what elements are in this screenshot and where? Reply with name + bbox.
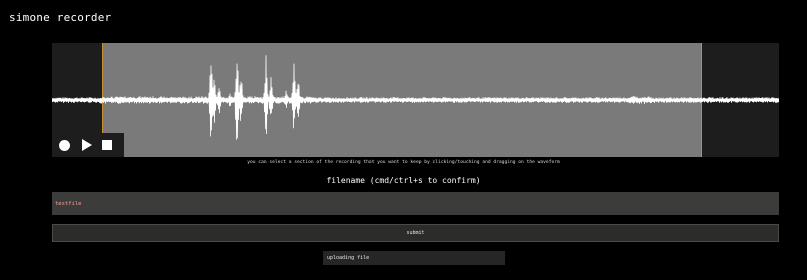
transport-controls — [52, 133, 124, 157]
play-icon — [81, 139, 92, 151]
filename-label: filename (cmd/ctrl+s to confirm) — [326, 176, 481, 185]
app-title: simone recorder — [9, 11, 112, 24]
stop-button[interactable] — [99, 138, 114, 153]
waveform[interactable] — [52, 43, 779, 157]
selection-hint: you can select a section of the recordin… — [247, 160, 560, 165]
play-button[interactable] — [78, 138, 93, 153]
waveform-panel[interactable] — [52, 43, 779, 157]
filename-input[interactable] — [52, 192, 779, 215]
submit-button[interactable]: submit — [52, 224, 779, 242]
record-button[interactable] — [57, 138, 72, 153]
upload-status: uploading file — [323, 251, 505, 265]
stop-icon — [101, 140, 112, 150]
record-icon — [59, 139, 70, 151]
